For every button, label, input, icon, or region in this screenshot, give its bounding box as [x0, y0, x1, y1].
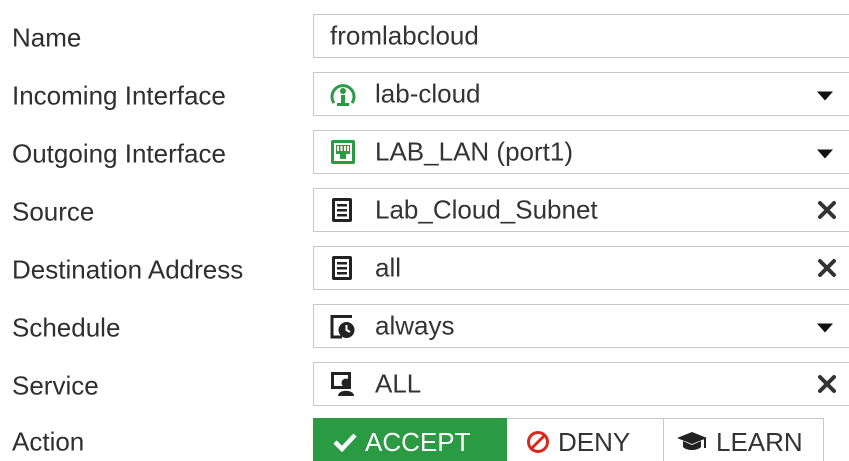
close-icon[interactable] [817, 374, 837, 394]
outgoing-interface-label: Outgoing Interface [12, 138, 226, 169]
service-group-icon [330, 371, 356, 397]
graduation-cap-icon [676, 431, 708, 453]
service-field[interactable]: ALL [313, 362, 849, 406]
action-toggle-group: ACCEPT DENY LEARN [313, 418, 824, 461]
accept-button[interactable]: ACCEPT [313, 418, 507, 461]
deny-label: DENY [558, 426, 631, 457]
destination-address-field[interactable]: all [313, 246, 849, 290]
outgoing-interface-select[interactable]: LAB_LAN (port1) [313, 130, 849, 174]
action-label: Action [12, 426, 85, 457]
chevron-down-icon[interactable] [817, 149, 833, 159]
service-value: ALL [375, 368, 422, 399]
close-icon[interactable] [817, 258, 837, 278]
tunnel-interface-icon [330, 81, 356, 107]
incoming-interface-row: Incoming Interface lab-cloud [0, 72, 849, 120]
learn-label: LEARN [716, 426, 803, 457]
source-field[interactable]: Lab_Cloud_Subnet [313, 188, 849, 232]
name-input[interactable]: fromlabcloud [313, 14, 849, 58]
destination-address-label: Destination Address [12, 254, 244, 285]
learn-button[interactable]: LEARN [664, 418, 824, 461]
deny-button[interactable]: DENY [507, 418, 664, 461]
schedule-label: Schedule [12, 312, 121, 343]
incoming-interface-select[interactable]: lab-cloud [313, 72, 849, 116]
chevron-down-icon[interactable] [817, 323, 833, 333]
source-label: Source [12, 196, 95, 227]
accept-label: ACCEPT [365, 426, 471, 457]
incoming-interface-value: lab-cloud [375, 78, 481, 109]
service-label: Service [12, 370, 99, 401]
port-interface-icon [330, 139, 356, 165]
name-row: Name fromlabcloud [0, 14, 849, 62]
schedule-value: always [375, 310, 455, 341]
chevron-down-icon[interactable] [817, 91, 833, 101]
address-icon [330, 197, 356, 223]
name-value: fromlabcloud [330, 20, 479, 51]
checkmark-icon [333, 432, 357, 452]
destination-address-value: all [375, 252, 402, 283]
schedule-select[interactable]: always [313, 304, 849, 348]
schedule-row: Schedule always [0, 304, 849, 352]
close-icon[interactable] [817, 200, 837, 220]
destination-address-row: Destination Address all [0, 246, 849, 294]
outgoing-interface-value: LAB_LAN (port1) [375, 136, 573, 167]
outgoing-interface-row: Outgoing Interface LAB_LAN (port1) [0, 130, 849, 178]
source-row: Source Lab_Cloud_Subnet [0, 188, 849, 236]
schedule-icon [330, 313, 356, 339]
source-value: Lab_Cloud_Subnet [375, 194, 598, 225]
name-label: Name [12, 22, 82, 53]
service-row: Service ALL [0, 362, 849, 410]
deny-icon [526, 430, 550, 454]
incoming-interface-label: Incoming Interface [12, 80, 226, 111]
address-icon [330, 255, 356, 281]
